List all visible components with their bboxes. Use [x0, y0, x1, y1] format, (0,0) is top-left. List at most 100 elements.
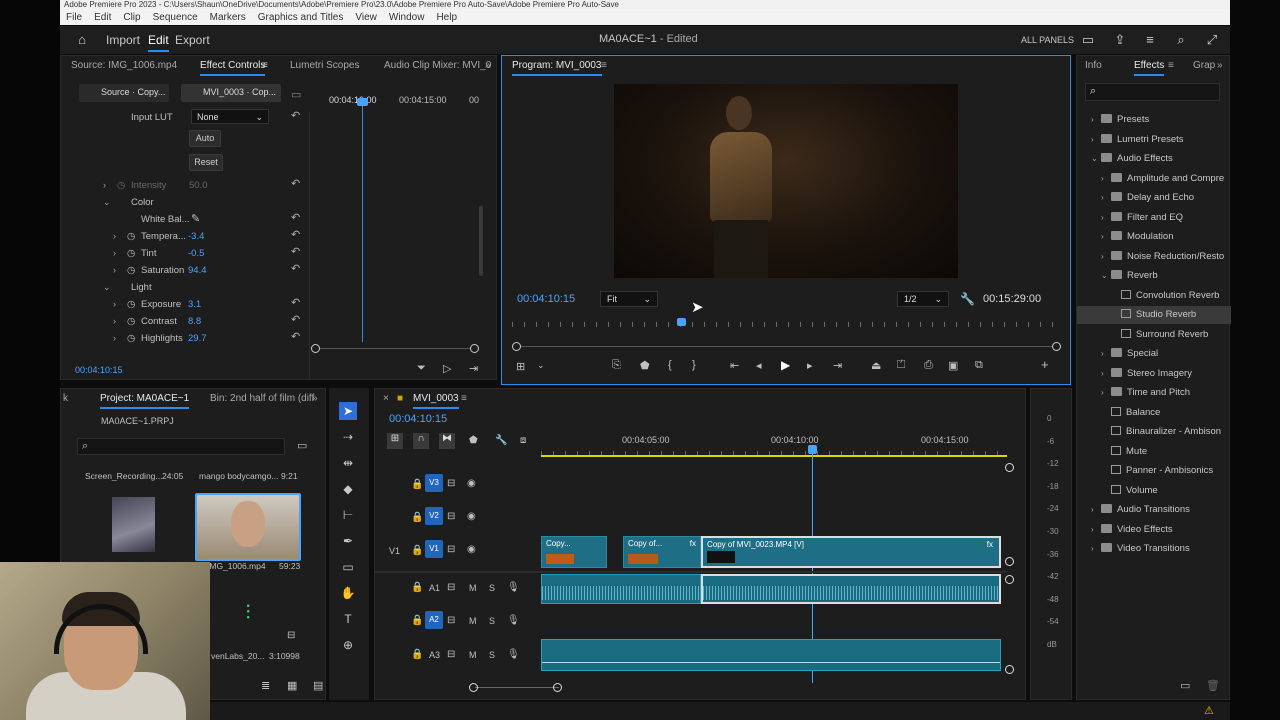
ec-zoom-handle-left[interactable]: [311, 344, 320, 353]
more-tabs-icon[interactable]: »: [312, 393, 318, 404]
tab-audio-clip-mixer[interactable]: Audio Clip Mixer: MVI_0: [384, 60, 491, 71]
effects-tree-item[interactable]: › Video Effects: [1077, 521, 1231, 539]
sync-lock-icon[interactable]: ⊟: [447, 478, 455, 489]
menu-help[interactable]: Help: [436, 12, 457, 23]
effects-tree-item[interactable]: › Filter and EQ: [1077, 209, 1231, 227]
reset-icon[interactable]: ↶: [291, 262, 300, 275]
eye-icon[interactable]: ◉: [467, 544, 476, 555]
auto-button[interactable]: Auto: [189, 130, 221, 147]
tab-program[interactable]: Program: MVI_0003: [512, 60, 602, 76]
nav-import[interactable]: Import: [106, 33, 140, 47]
effects-tree-item[interactable]: Volume: [1077, 482, 1231, 500]
program-menu-icon[interactable]: ≡: [601, 60, 607, 71]
menu-markers[interactable]: Markers: [210, 12, 246, 23]
menu-edit[interactable]: Edit: [94, 12, 111, 23]
tab-lumetri-scopes[interactable]: Lumetri Scopes: [290, 60, 359, 71]
mark-out-icon[interactable]: }: [692, 359, 696, 371]
solo-button[interactable]: S: [489, 616, 495, 626]
clip-tab-source[interactable]: Source · Copy...: [79, 84, 169, 102]
stopwatch-icon[interactable]: ◷: [127, 316, 135, 327]
highlights-value[interactable]: 29.7: [188, 333, 207, 344]
effects-tree-item[interactable]: › Lumetri Presets: [1077, 131, 1231, 149]
mark-in-icon[interactable]: {: [668, 359, 672, 371]
reset-icon[interactable]: ↶: [291, 330, 300, 343]
hand-tool-icon[interactable]: ✋: [339, 584, 357, 602]
input-lut-dropdown[interactable]: None ⌄: [191, 109, 269, 124]
effects-tree-item[interactable]: Panner - Ambisonics: [1077, 462, 1231, 480]
audio-clip-selected[interactable]: [701, 574, 1001, 604]
mic-icon[interactable]: 🎙: [507, 582, 520, 593]
eye-icon[interactable]: ◉: [467, 478, 476, 489]
track-label-v1[interactable]: V1: [425, 540, 443, 558]
effects-tree-item[interactable]: › Noise Reduction/Resto: [1077, 248, 1231, 266]
track-label-v3[interactable]: V3: [425, 474, 443, 492]
stopwatch-icon[interactable]: ◷: [127, 265, 135, 276]
thumbnail-screen-recording[interactable]: [112, 497, 155, 552]
step-forward-icon[interactable]: ▸: [807, 359, 813, 372]
camera-icon[interactable]: ⎙: [924, 359, 933, 372]
expand-intensity-icon[interactable]: ›: [103, 180, 106, 190]
eyedropper-icon[interactable]: ✎: [191, 212, 200, 225]
slip-tool-icon[interactable]: ⊢: [339, 506, 357, 524]
close-tab-icon[interactable]: ×: [383, 393, 389, 404]
expand-icon[interactable]: ›: [113, 248, 116, 258]
lock-icon[interactable]: 🔒: [411, 512, 423, 523]
effects-tree-item[interactable]: › Time and Pitch: [1077, 384, 1231, 402]
stopwatch-icon[interactable]: ◷: [127, 231, 135, 242]
ec-scrollbar[interactable]: [479, 206, 483, 276]
program-ruler[interactable]: [512, 322, 1057, 327]
item-name[interactable]: Screen_Recording...: [85, 471, 163, 481]
program-timecode[interactable]: 00:04:10:15: [517, 293, 575, 305]
menu-sequence[interactable]: Sequence: [153, 12, 198, 23]
tab-effect-controls[interactable]: Effect Controls: [200, 60, 266, 76]
reset-icon[interactable]: ↶: [291, 296, 300, 309]
wrench-icon[interactable]: 🔧: [495, 435, 507, 446]
settings-icon[interactable]: ⊞: [516, 360, 525, 373]
ec-zoom-bar[interactable]: [317, 348, 477, 349]
effects-tree-item[interactable]: Binauralizer - Ambison: [1077, 423, 1231, 441]
video-clip-selected[interactable]: Copy of MVI_0023.MP4 [V] fx: [701, 536, 1001, 568]
timeline-playhead-handle[interactable]: [808, 445, 817, 454]
video-clip[interactable]: Copy of... fx: [623, 536, 701, 568]
mute-button[interactable]: M: [469, 650, 477, 660]
export-frame-icon[interactable]: ⇥: [469, 362, 478, 375]
tab-source[interactable]: Source: IMG_1006.mp4: [71, 60, 177, 71]
settings-wrench-icon[interactable]: 🔧: [960, 292, 975, 306]
stopwatch-icon[interactable]: ◷: [117, 180, 125, 191]
temperature-value[interactable]: -3.4: [188, 231, 204, 242]
all-panels[interactable]: ALL PANELS: [1021, 35, 1074, 45]
audio-clip-a3[interactable]: [541, 639, 1001, 671]
effects-tree-item[interactable]: ⌄ Reverb: [1077, 267, 1231, 285]
lock-icon[interactable]: 🔒: [411, 582, 423, 593]
add-button-icon[interactable]: +: [1041, 357, 1049, 372]
tab-project[interactable]: Project: MA0ACE~1: [100, 393, 190, 409]
ec-playhead[interactable]: [362, 100, 363, 342]
icon-view-icon[interactable]: ▦: [287, 679, 297, 692]
program-zoom-left[interactable]: [512, 342, 521, 351]
ec-timecode[interactable]: 00:04:10:15: [75, 365, 123, 375]
list-view-icon[interactable]: ≣: [261, 679, 270, 692]
timeline-vscroll-audio-top[interactable]: [1005, 575, 1014, 584]
eye-icon[interactable]: ◉: [467, 511, 476, 522]
audio-clip[interactable]: [541, 574, 701, 604]
extract-icon[interactable]: ⏍: [897, 359, 905, 372]
fullscreen-icon[interactable]: ⤢: [1204, 32, 1220, 48]
menu-file[interactable]: File: [66, 12, 82, 23]
collapse-color-icon[interactable]: ⌄: [103, 197, 111, 208]
play-only-icon[interactable]: ▷: [443, 362, 451, 375]
expand-icon[interactable]: ›: [113, 299, 116, 309]
stopwatch-icon[interactable]: ◷: [127, 333, 135, 344]
effects-tree-item[interactable]: › Audio Transitions: [1077, 501, 1231, 519]
menu-view[interactable]: View: [355, 12, 377, 23]
ec-zoom-handle-right[interactable]: [470, 344, 479, 353]
resolution-dropdown[interactable]: 1/2 ⌄: [897, 291, 949, 307]
sync-lock-icon[interactable]: ⊟: [447, 544, 455, 555]
menu-graphics[interactable]: Graphics and Titles: [258, 12, 344, 23]
play-icon[interactable]: ▶: [781, 358, 790, 372]
pen-tool-icon[interactable]: ✒: [339, 532, 357, 550]
effects-tree-item[interactable]: Mute: [1077, 443, 1231, 461]
clip-tab-sequence[interactable]: MVI_0003 · Cop...: [181, 84, 281, 102]
track-select-tool-icon[interactable]: ⇢: [339, 428, 357, 446]
new-bin-icon[interactable]: ▭: [297, 439, 307, 452]
mic-icon[interactable]: 🎙: [507, 615, 520, 626]
